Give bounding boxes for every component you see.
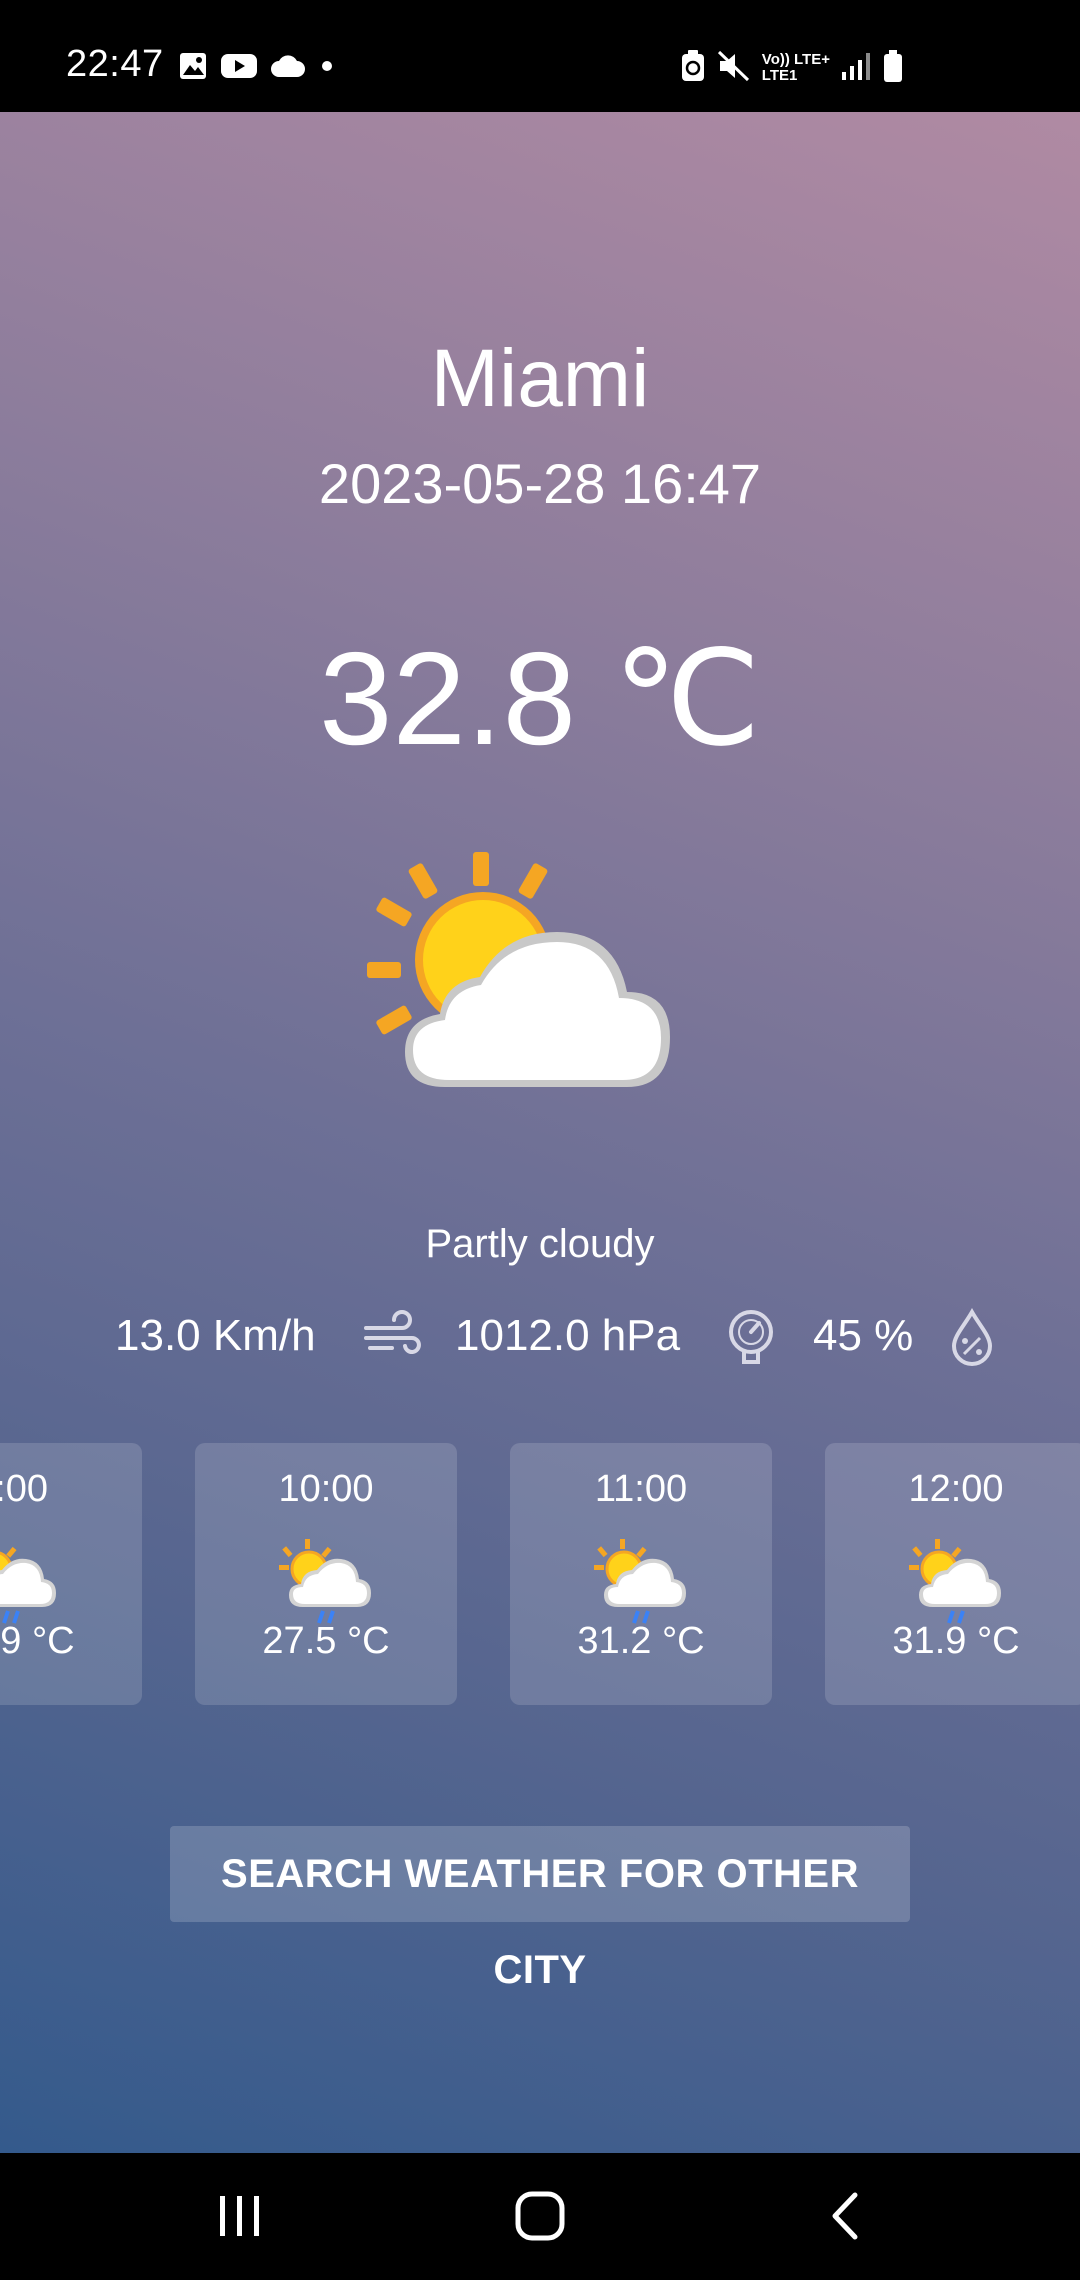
navigation-bar <box>0 2153 1080 2280</box>
hourly-time: 12:00 <box>908 1468 1004 1510</box>
home-button[interactable] <box>500 2183 580 2253</box>
search-other-city-button[interactable]: SEARCH WEATHER FOR OTHER CITY <box>170 1826 910 1992</box>
back-button[interactable] <box>805 2183 885 2253</box>
humidity-icon <box>948 1307 996 1373</box>
recent-apps-icon <box>215 2193 265 2244</box>
network-label: Vo)) LTE+ LTE1 <box>761 51 830 84</box>
hourly-temperature: 31.9 °C <box>892 1620 1020 1662</box>
hourly-forecast[interactable]: 9:00 28.9 °C 10:00 <box>0 1443 1080 1705</box>
partly-cloudy-icon <box>365 852 715 1122</box>
weather-stats: 13.0 Km/h 1012.0 hPa 45 % <box>0 1300 1080 1370</box>
status-system-icons: Vo)) LTE+ LTE1 <box>680 48 904 88</box>
wind-speed: 13.0 Km/h <box>115 1311 316 1360</box>
battery-icon <box>882 49 904 88</box>
recent-apps-button[interactable] <box>200 2183 280 2253</box>
battery-saver-icon <box>680 49 706 88</box>
hourly-time: 10:00 <box>278 1468 374 1510</box>
hourly-card: 12:00 31.9 °C <box>825 1443 1080 1705</box>
current-temperature: 32.8 ℃ <box>319 625 761 772</box>
sun-cloud-rain-icon <box>279 1539 373 1629</box>
city-name: Miami <box>430 333 650 424</box>
weather-condition: Partly cloudy <box>425 1222 655 1266</box>
sun-cloud-rain-icon <box>909 1539 1003 1629</box>
date-time: 2023-05-28 16:47 <box>318 452 762 515</box>
status-time: 22:47 <box>66 43 164 85</box>
gallery-icon <box>178 51 208 86</box>
hourly-card: 10:00 27.5 °C <box>195 1443 457 1705</box>
weather-app: Miami 2023-05-28 16:47 32.8 ℃ Partly clo… <box>0 112 1080 2153</box>
mute-icon <box>716 49 752 88</box>
sun-cloud-rain-icon <box>0 1539 58 1629</box>
hourly-time: 9:00 <box>0 1468 48 1510</box>
screen: 22:47 Vo)) LTE+ LTE1 Miami 2023-05-28 16… <box>0 0 1080 2280</box>
wind-icon <box>362 1308 422 1369</box>
dot-icon <box>318 57 336 80</box>
status-notification-icons <box>178 52 336 84</box>
hourly-time: 11:00 <box>594 1468 688 1510</box>
pressure: 1012.0 hPa <box>455 1311 681 1360</box>
status-bar: 22:47 Vo)) LTE+ LTE1 <box>0 0 1080 112</box>
hourly-temperature: 27.5 °C <box>262 1620 390 1662</box>
hourly-card: 9:00 28.9 °C <box>0 1443 142 1705</box>
barometer-icon <box>726 1308 776 1373</box>
hourly-temperature: 31.2 °C <box>577 1620 705 1662</box>
humidity: 45 % <box>813 1311 914 1360</box>
sun-cloud-rain-icon <box>594 1539 688 1629</box>
cloud-icon <box>270 53 306 84</box>
signal-icon <box>840 50 872 87</box>
hourly-temperature: 28.9 °C <box>0 1620 75 1662</box>
home-icon <box>514 2190 566 2247</box>
youtube-icon <box>220 51 258 86</box>
hourly-card: 11:00 31.2 °C <box>510 1443 772 1705</box>
back-icon <box>825 2191 865 2246</box>
